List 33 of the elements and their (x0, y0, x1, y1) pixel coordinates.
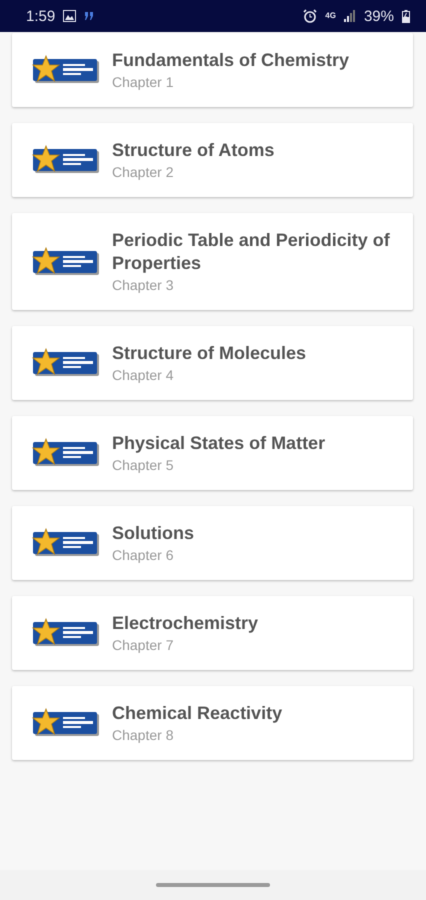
chapter-title: Periodic Table and Periodicity of Properties (112, 229, 391, 275)
alarm-icon (303, 9, 318, 23)
chapter-number: Chapter 6 (112, 546, 174, 565)
chapter-number: Chapter 2 (112, 163, 174, 182)
chapter-number: Chapter 4 (112, 366, 174, 385)
chapter-card[interactable]: Structure of Molecules Chapter 4 (12, 326, 413, 400)
image-icon (63, 10, 76, 22)
chapter-title: Electrochemistry (112, 612, 258, 635)
battery-percent: 39% (364, 8, 394, 24)
chapter-number: Chapter 3 (112, 276, 174, 295)
chapter-number: Chapter 5 (112, 456, 174, 475)
chapter-title: Solutions (112, 522, 194, 545)
chapter-number: Chapter 7 (112, 636, 174, 655)
chapter-title: Chemical Reactivity (112, 702, 282, 725)
clock-time: 1:59 (26, 8, 56, 24)
chapter-card[interactable]: Electrochemistry Chapter 7 (12, 596, 413, 670)
chapter-card[interactable]: Solutions Chapter 6 (12, 506, 413, 580)
chapter-title: Structure of Molecules (112, 342, 306, 365)
home-handle[interactable] (156, 883, 270, 887)
chapter-card[interactable]: Fundamentals of Chemistry Chapter 1 (12, 33, 413, 107)
chapter-card[interactable]: Chemical Reactivity Chapter 8 (12, 686, 413, 760)
chapter-title: Physical States of Matter (112, 432, 326, 455)
chapter-number: Chapter 1 (112, 73, 174, 92)
chapter-card[interactable]: Periodic Table and Periodicity of Properties Chapter 3 (12, 213, 413, 310)
chapter-number: Chapter 8 (112, 726, 174, 745)
chapter-title: Fundamentals of Chemistry (112, 49, 350, 72)
network-type: 4G (325, 12, 336, 20)
chapter-card[interactable]: Physical States of Matter Chapter 5 (12, 416, 413, 490)
chapter-card[interactable]: Structure of Atoms Chapter 2 (12, 123, 413, 197)
quote-icon (84, 12, 94, 20)
signal-icon (344, 10, 356, 22)
chapter-title: Structure of Atoms (112, 139, 274, 162)
battery-charging-icon (402, 10, 410, 22)
